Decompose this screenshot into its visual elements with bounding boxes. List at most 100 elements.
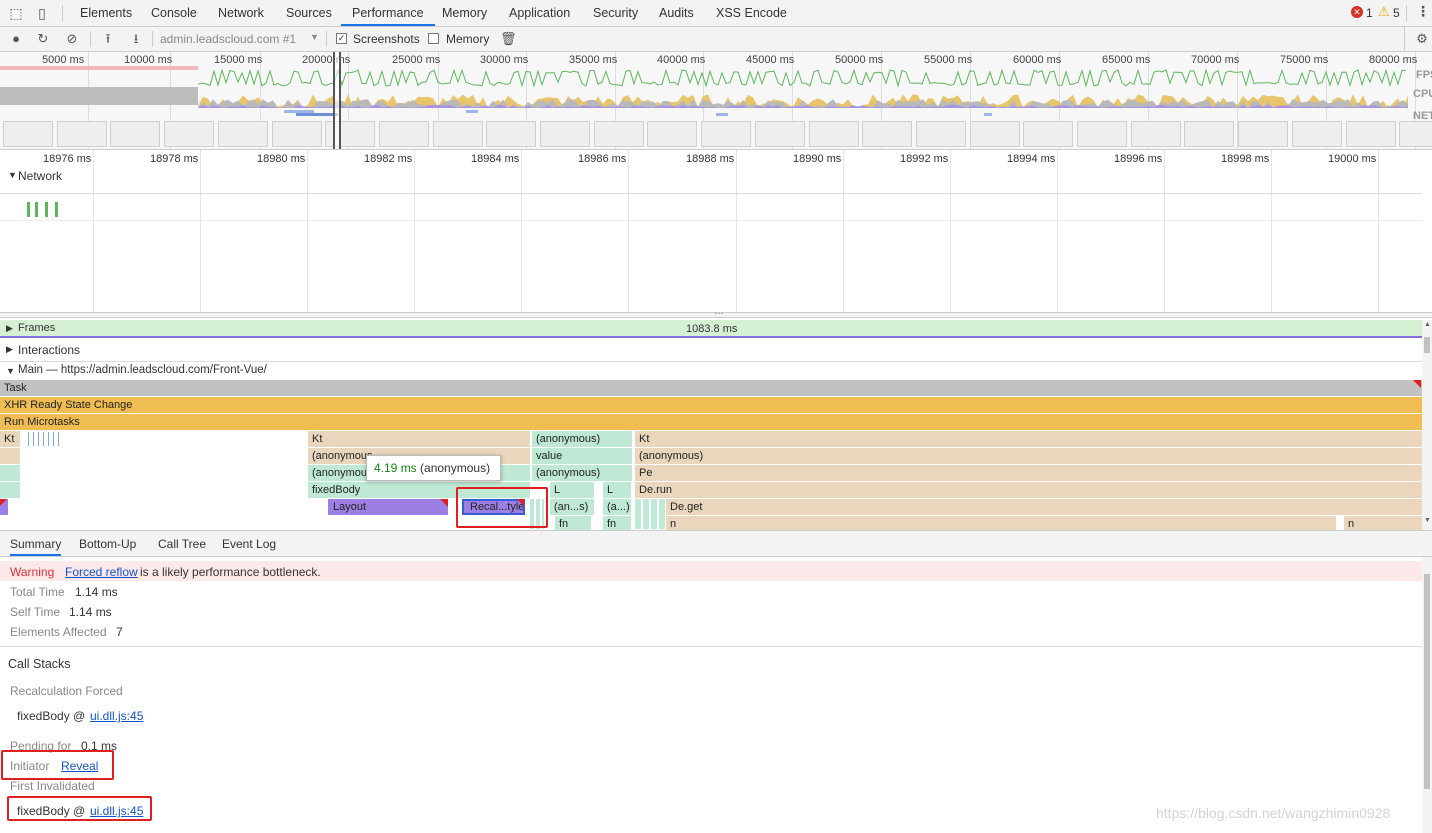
memory-checkbox[interactable] xyxy=(428,33,439,44)
flame-anonymous-short[interactable]: (an...s) xyxy=(550,499,594,515)
flame-l[interactable]: L xyxy=(550,482,594,498)
flame-layout[interactable]: Layout xyxy=(328,499,448,515)
flame-block[interactable] xyxy=(0,448,20,464)
flame-l[interactable]: L xyxy=(603,482,631,498)
flame-kt[interactable]: Kt xyxy=(308,431,530,447)
gear-icon[interactable]: ⚙ xyxy=(1414,31,1430,47)
screenshot-thumbnail[interactable] xyxy=(1346,121,1396,147)
task-bar[interactable]: Task xyxy=(0,380,1422,396)
screenshot-thumbnail[interactable] xyxy=(540,121,590,147)
screenshot-thumbnail[interactable] xyxy=(433,121,483,147)
tab-security[interactable]: Security xyxy=(593,0,638,26)
collapse-arrow-icon[interactable]: ▶ xyxy=(6,344,13,355)
clear-icon[interactable]: ⊘ xyxy=(64,31,80,47)
screenshot-thumbnail[interactable] xyxy=(647,121,697,147)
tab-bottom-up[interactable]: Bottom-Up xyxy=(79,534,136,556)
record-icon[interactable]: ● xyxy=(8,31,24,47)
screenshot-thumbnail[interactable] xyxy=(164,121,214,147)
screenshot-thumbnail[interactable] xyxy=(701,121,751,147)
flame-value[interactable]: value xyxy=(532,448,632,464)
error-icon[interactable]: ✕ xyxy=(1351,6,1363,18)
flame-pe[interactable]: Pe xyxy=(635,465,1422,481)
network-request-bar[interactable] xyxy=(27,202,30,217)
interactions-track-label[interactable]: Interactions xyxy=(18,343,80,357)
tab-memory[interactable]: Memory xyxy=(442,0,487,26)
scroll-down-icon[interactable]: ▼ xyxy=(1424,517,1431,524)
screenshot-thumbnail[interactable] xyxy=(3,121,53,147)
main-track-label[interactable]: Main — https://admin.leadscloud.com/Fron… xyxy=(18,364,267,376)
flame-scrollbar-thumb[interactable] xyxy=(1424,337,1430,353)
inspect-element-icon[interactable]: ⬚ xyxy=(8,5,24,21)
tab-console[interactable]: Console xyxy=(151,0,197,26)
flame-kt[interactable]: Kt xyxy=(635,431,1422,447)
flame-block[interactable] xyxy=(0,482,20,498)
screenshot-thumbnail[interactable] xyxy=(57,121,107,147)
tab-xss-encode[interactable]: XSS Encode xyxy=(716,0,787,26)
screenshot-thumbnail[interactable] xyxy=(218,121,268,147)
flame-slivers[interactable] xyxy=(635,499,665,529)
screenshot-thumbnail[interactable] xyxy=(809,121,859,147)
screenshot-thumbnail[interactable] xyxy=(916,121,966,147)
screenshots-checkbox[interactable]: ✓ xyxy=(336,33,347,44)
screenshot-thumbnail[interactable] xyxy=(1077,121,1127,147)
reload-record-icon[interactable]: ↻ xyxy=(35,31,51,47)
network-request-bar[interactable] xyxy=(45,202,48,217)
network-request-bar[interactable] xyxy=(55,202,58,217)
screenshot-thumbnail[interactable] xyxy=(862,121,912,147)
run-microtasks-bar[interactable]: Run Microtasks xyxy=(0,414,1422,430)
flame-kt[interactable]: Kt xyxy=(0,431,20,447)
screenshot-thumbnail[interactable] xyxy=(1184,121,1234,147)
network-track-label[interactable]: Network xyxy=(18,169,62,183)
screenshot-thumbnail[interactable] xyxy=(1292,121,1342,147)
flame-slivers[interactable] xyxy=(28,432,60,446)
source-link[interactable]: ui.dll.js:45 xyxy=(90,709,143,723)
details-scrollbar-thumb[interactable] xyxy=(1424,574,1430,789)
screenshot-thumbnail[interactable] xyxy=(755,121,805,147)
tab-application[interactable]: Application xyxy=(509,0,570,26)
tab-elements[interactable]: Elements xyxy=(80,0,132,26)
flame-anonymous[interactable]: (anonymous) xyxy=(532,465,632,481)
screenshot-thumbnail[interactable] xyxy=(1238,121,1288,147)
flame-anonymous[interactable]: (anonymous) xyxy=(532,431,632,447)
splitter-grip-icon[interactable]: … xyxy=(714,306,724,317)
tab-summary[interactable]: Summary xyxy=(10,534,62,556)
screenshot-thumbnail[interactable] xyxy=(486,121,536,147)
save-profile-icon[interactable]: ⭳ xyxy=(128,31,144,47)
recording-select[interactable]: admin.leadscloud.com #1 xyxy=(160,32,296,46)
collect-garbage-icon[interactable]: 🗑 xyxy=(500,31,517,47)
warning-count[interactable]: 5 xyxy=(1393,6,1400,20)
screenshot-thumbnail[interactable] xyxy=(1399,121,1432,147)
flame-de-run[interactable]: De.run xyxy=(635,482,1422,498)
load-profile-icon[interactable]: ⭱ xyxy=(100,31,116,47)
screenshot-thumbnail[interactable] xyxy=(272,121,322,147)
tab-sources[interactable]: Sources xyxy=(286,0,332,26)
screenshot-thumbnail[interactable] xyxy=(1131,121,1181,147)
flame-anonymous[interactable]: (anonymous) xyxy=(635,448,1422,464)
timeline-overview[interactable]: 5000 ms 10000 ms 15000 ms 20000 ms 25000 ms 3… xyxy=(0,52,1432,150)
more-menu-icon[interactable]: ⋮ xyxy=(1416,3,1430,20)
tab-network[interactable]: Network xyxy=(218,0,264,26)
chevron-down-icon[interactable]: ▼ xyxy=(310,32,319,42)
tab-event-log[interactable]: Event Log xyxy=(222,534,276,556)
collapse-arrow-icon[interactable]: ▶ xyxy=(6,323,13,334)
tab-audits[interactable]: Audits xyxy=(659,0,694,26)
forced-reflow-link[interactable]: Forced reflow xyxy=(65,565,138,579)
screenshot-thumbnail[interactable] xyxy=(379,121,429,147)
flame-block[interactable] xyxy=(0,465,20,481)
device-toolbar-icon[interactable]: ▯ xyxy=(34,5,50,21)
screenshot-thumbnail[interactable] xyxy=(594,121,644,147)
screenshot-thumbnail[interactable] xyxy=(1023,121,1073,147)
expand-arrow-icon[interactable]: ▼ xyxy=(6,366,15,376)
expand-arrow-icon[interactable]: ▼ xyxy=(8,170,17,180)
flame-de-get[interactable]: De.get xyxy=(666,499,1422,515)
error-count[interactable]: 1 xyxy=(1366,6,1373,20)
warning-icon[interactable]: ⚠ xyxy=(1378,4,1390,20)
selection-window[interactable] xyxy=(333,52,341,149)
scroll-up-icon[interactable]: ▲ xyxy=(1424,321,1431,328)
xhr-ready-state-bar[interactable]: XHR Ready State Change xyxy=(0,397,1422,413)
network-request-bar[interactable] xyxy=(35,202,38,217)
screenshot-thumbnail[interactable] xyxy=(110,121,160,147)
flame-anonymous-short[interactable]: (a...) xyxy=(603,499,631,515)
tab-call-tree[interactable]: Call Tree xyxy=(158,534,206,556)
tab-performance[interactable]: Performance xyxy=(341,0,435,26)
